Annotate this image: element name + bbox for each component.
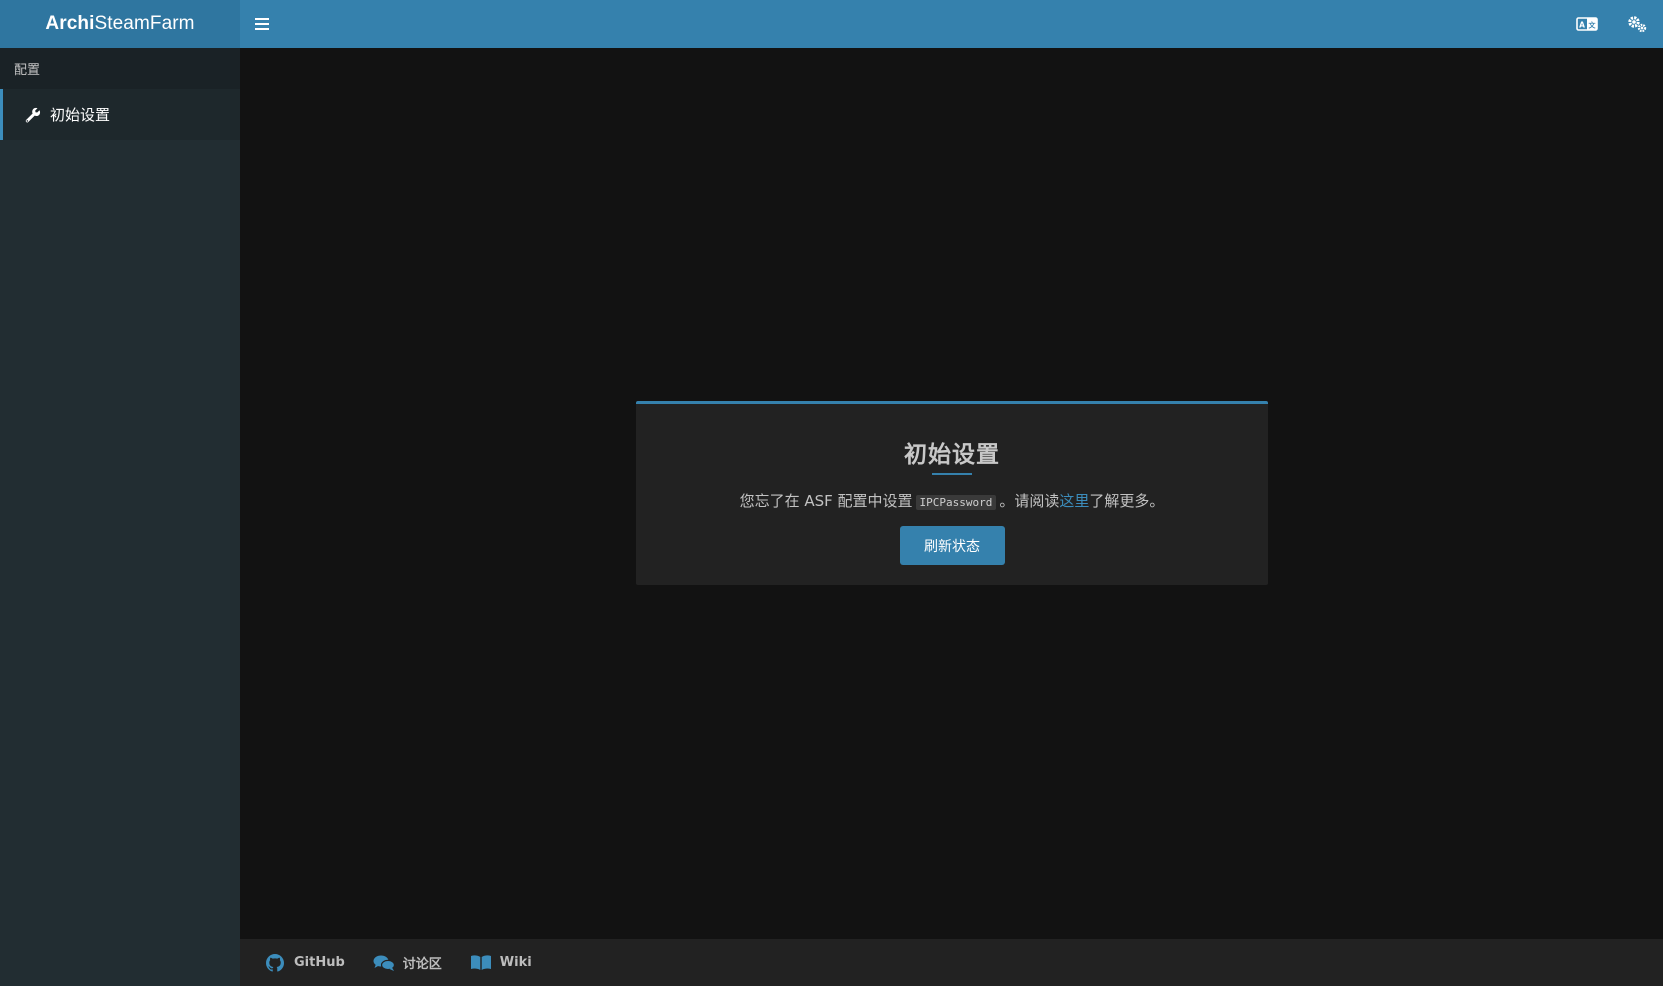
footer-link-github[interactable]: GitHub <box>264 953 345 973</box>
message-text-after: 了解更多。 <box>1089 492 1165 510</box>
book-icon <box>470 953 492 973</box>
github-icon <box>264 953 286 973</box>
footer-link-discussion[interactable]: 讨论区 <box>373 953 442 973</box>
message-text-middle: 。请阅读 <box>999 492 1060 510</box>
main-content: 初始设置 您忘了在 ASF 配置中设置 IPCPassword 。请阅读这里了解更多… <box>240 48 1663 939</box>
svg-text:文: 文 <box>1589 21 1597 30</box>
footer-link-wiki[interactable]: Wiki <box>470 953 532 973</box>
brand-rest-text: SteamFarm <box>94 13 195 34</box>
sidebar-item-initial-setup[interactable]: 初始设置 <box>0 89 240 140</box>
sidebar: 配置 初始设置 <box>0 48 240 986</box>
menu-icon[interactable] <box>255 14 277 34</box>
ipc-password-code: IPCPassword <box>915 495 997 510</box>
sidebar-item-label: 初始设置 <box>50 106 111 124</box>
sidebar-section-label: 配置 <box>0 48 240 89</box>
read-more-link[interactable]: 这里 <box>1059 492 1089 510</box>
refresh-status-button[interactable]: 刷新状态 <box>899 526 1005 565</box>
footer: GitHub 讨论区 Wiki <box>240 939 1663 986</box>
card-message: 您忘了在 ASF 配置中设置 IPCPassword 。请阅读这里了解更多。 <box>636 491 1268 513</box>
title-underline <box>932 473 972 475</box>
top-navbar: Archi SteamFarm A 文 <box>0 0 1663 48</box>
wrench-icon <box>24 106 42 124</box>
brand-bold-text: Archi <box>45 13 95 34</box>
footer-link-label: Wiki <box>499 955 532 970</box>
settings-icon[interactable] <box>1624 12 1650 36</box>
footer-link-label: GitHub <box>294 955 345 970</box>
language-icon[interactable]: A 文 <box>1574 12 1600 36</box>
setup-card: 初始设置 您忘了在 ASF 配置中设置 IPCPassword 。请阅读这里了解更多… <box>636 401 1268 585</box>
comments-icon <box>373 953 395 973</box>
footer-link-label: 讨论区 <box>402 957 442 972</box>
brand-logo[interactable]: Archi SteamFarm <box>0 0 240 48</box>
svg-text:A: A <box>1579 21 1585 30</box>
card-title: 初始设置 <box>904 442 1000 468</box>
message-text-before: 您忘了在 ASF 配置中设置 <box>739 492 913 510</box>
